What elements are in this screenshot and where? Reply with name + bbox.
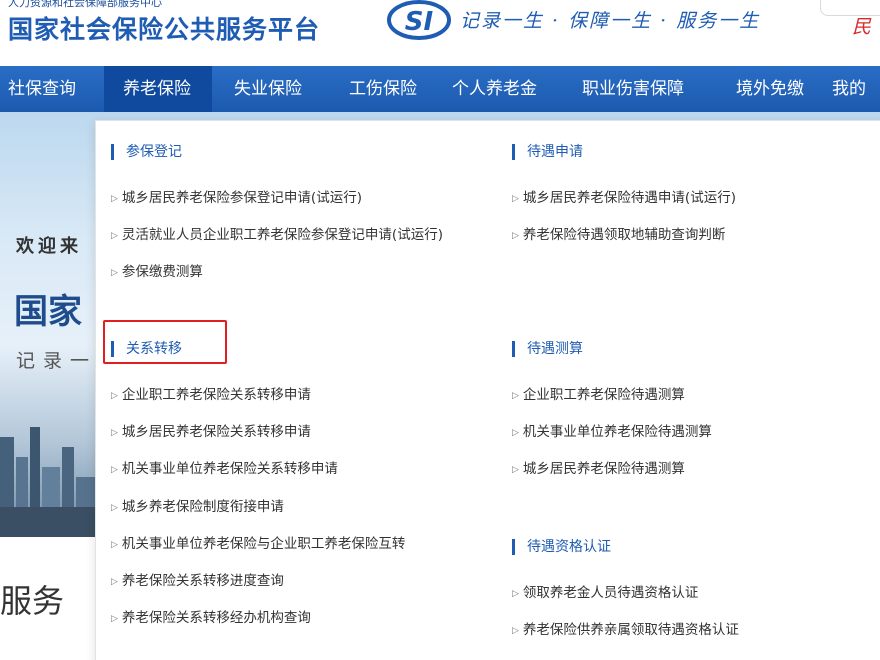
menu-link-label: 参保缴费测算 [121, 264, 203, 280]
services-heading: 服务 [0, 582, 65, 620]
triangle-right-icon: ▷ [512, 428, 519, 438]
nav-item[interactable]: 职业伤害保障 [566, 66, 710, 112]
menu-link-label: 养老保险关系转移经办机构查询 [121, 610, 311, 626]
menu-link-label: 灵活就业人员企业职工养老保险参保登记申请(试运行) [121, 227, 443, 243]
menu-link[interactable]: ▷ 城乡养老保险制度衔接申请 [111, 498, 284, 517]
menu-link-label: 企业职工养老保险待遇测算 [522, 387, 685, 403]
section-title[interactable]: 待遇申请 [512, 143, 583, 161]
menu-link-label: 城乡居民养老保险关系转移申请 [121, 424, 311, 440]
menu-link-label: 养老保险关系转移进度查询 [121, 573, 284, 589]
menu-link-label: 养老保险供养亲属领取待遇资格认证 [522, 622, 739, 638]
nav-item[interactable]: 失业保险 [212, 66, 326, 112]
triangle-right-icon: ▷ [111, 614, 118, 624]
main-nav: 社保查询 养老保险 失业保险 工伤保险 个人养老金 职业伤害保障 境外免缴 我的 [0, 66, 880, 112]
section-title[interactable]: 参保登记 [111, 143, 182, 161]
triangle-right-icon: ▷ [111, 268, 118, 278]
triangle-right-icon: ▷ [111, 391, 118, 401]
triangle-right-icon: ▷ [512, 231, 519, 241]
menu-link-label: 机关事业单位养老保险待遇测算 [522, 424, 712, 440]
menu-link[interactable]: ▷ 企业职工养老保险待遇测算 [512, 386, 685, 405]
menu-link[interactable]: ▷ 养老保险关系转移进度查询 [111, 572, 284, 591]
menu-link[interactable]: ▷ 领取养老金人员待遇资格认证 [512, 584, 698, 603]
menu-link-label: 城乡居民养老保险待遇申请(试运行) [522, 190, 736, 206]
menu-link[interactable]: ▷ 灵活就业人员企业职工养老保险参保登记申请(试运行) [111, 226, 443, 245]
menu-link-label: 领取养老金人员待遇资格认证 [522, 585, 699, 601]
triangle-right-icon: ▷ [111, 194, 118, 204]
city-skyline-image [0, 427, 96, 537]
triangle-right-icon: ▷ [111, 465, 118, 475]
menu-link[interactable]: ▷ 城乡居民养老保险参保登记申请(试运行) [111, 189, 362, 208]
triangle-right-icon: ▷ [512, 194, 519, 204]
banner-title: 国家 [14, 292, 82, 332]
triangle-right-icon: ▷ [512, 589, 519, 599]
banner-welcome-text: 欢迎来 [16, 236, 82, 257]
menu-link-label: 养老保险待遇领取地辅助查询判断 [522, 227, 726, 243]
section-title[interactable]: 待遇资格认证 [512, 538, 611, 556]
triangle-right-icon: ▷ [512, 391, 519, 401]
menu-link[interactable]: ▷ 养老保险待遇领取地辅助查询判断 [512, 226, 725, 245]
header-right-text: 民 [852, 16, 872, 38]
triangle-right-icon: ▷ [111, 503, 118, 513]
triangle-right-icon: ▷ [111, 231, 118, 241]
pension-dropdown-menu: 参保登记 ▷ 城乡居民养老保险参保登记申请(试运行) ▷ 灵活就业人员企业职工养老保险参… [95, 120, 880, 660]
triangle-right-icon: ▷ [111, 540, 118, 550]
menu-link-label: 城乡居民养老保险待遇测算 [522, 461, 685, 477]
menu-link-label: 城乡养老保险制度衔接申请 [121, 499, 284, 515]
nav-item[interactable]: 个人养老金 [438, 66, 566, 112]
menu-link[interactable]: ▷ 企业职工养老保险关系转移申请 [111, 386, 311, 405]
menu-link-label: 机关事业单位养老保险关系转移申请 [121, 461, 338, 477]
highlight-box [103, 320, 227, 364]
nav-item[interactable]: 社保查询 [0, 66, 104, 112]
si-logo-text: SI [405, 7, 434, 37]
triangle-right-icon: ▷ [111, 428, 118, 438]
menu-link[interactable]: ▷ 养老保险关系转移经办机构查询 [111, 609, 311, 628]
site-header: 人力资源和社会保障部服务中心 国家社会保险公共服务平台 SI 记录一生 · 保障… [0, 0, 880, 60]
menu-link[interactable]: ▷ 养老保险供养亲属领取待遇资格认证 [512, 621, 739, 640]
org-line: 人力资源和社会保障部服务中心 [8, 0, 162, 9]
triangle-right-icon: ▷ [512, 626, 519, 636]
triangle-right-icon: ▷ [512, 465, 519, 475]
menu-link[interactable]: ▷ 城乡居民养老保险待遇申请(试运行) [512, 189, 736, 208]
menu-link[interactable]: ▷ 机关事业单位养老保险与企业职工养老保险互转 [111, 535, 405, 554]
menu-link-label: 城乡居民养老保险参保登记申请(试运行) [121, 190, 362, 206]
menu-link[interactable]: ▷ 机关事业单位养老保险关系转移申请 [111, 460, 338, 479]
slogan: 记录一生 · 保障一生 · 服务一生 [460, 10, 761, 32]
menu-link[interactable]: ▷ 参保缴费测算 [111, 263, 203, 282]
triangle-right-icon: ▷ [111, 577, 118, 587]
menu-link-label: 企业职工养老保险关系转移申请 [121, 387, 311, 403]
si-logo-icon: SI [387, 0, 451, 40]
nav-item[interactable]: 境外免缴 [710, 66, 824, 112]
menu-link[interactable]: ▷ 城乡居民养老保险关系转移申请 [111, 423, 311, 442]
banner-subtitle: 记录一 [16, 350, 98, 372]
nav-item[interactable]: 我的 [824, 66, 880, 112]
menu-link-label: 机关事业单位养老保险与企业职工养老保险互转 [121, 536, 406, 552]
menu-link[interactable]: ▷ 机关事业单位养老保险待遇测算 [512, 423, 712, 442]
site-title[interactable]: 国家社会保险公共服务平台 [8, 10, 320, 46]
nav-item[interactable]: 工伤保险 [326, 66, 438, 112]
section-title[interactable]: 待遇测算 [512, 340, 583, 358]
nav-item[interactable]: 养老保险 [104, 66, 212, 112]
menu-link[interactable]: ▷ 城乡居民养老保险待遇测算 [512, 460, 685, 479]
